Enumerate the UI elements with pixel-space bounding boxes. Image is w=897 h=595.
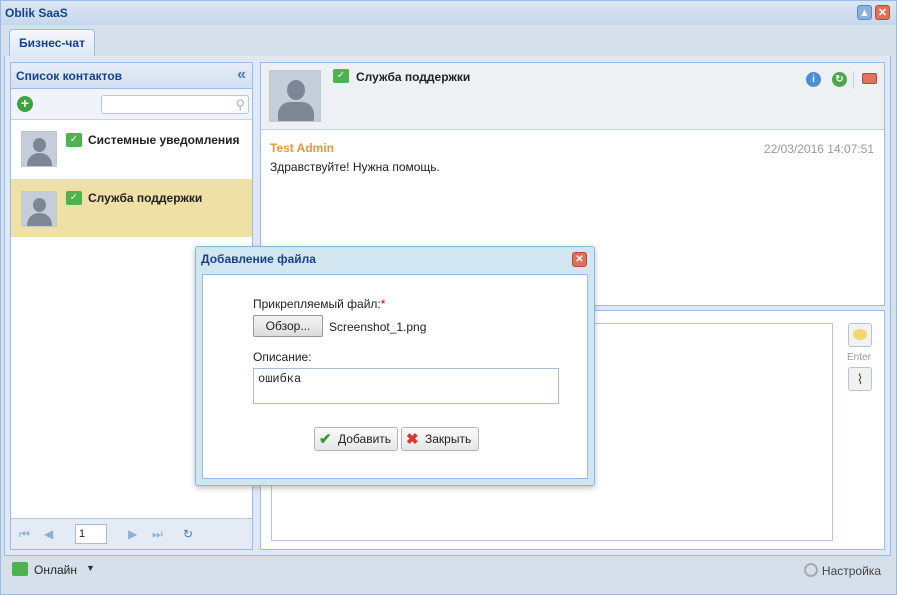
app-title: Oblik SaaS bbox=[5, 6, 68, 20]
tab-business-chat[interactable]: Бизнес-чат bbox=[9, 29, 95, 56]
tab-strip: Бизнес-чат bbox=[4, 24, 891, 57]
title-bar: Oblik SaaS ▲ ✕ bbox=[1, 1, 896, 25]
file-label: Прикрепляемый файл:* bbox=[253, 297, 385, 311]
next-page-icon[interactable]: ▶ bbox=[128, 527, 137, 541]
speech-bubble-icon bbox=[853, 329, 867, 340]
online-status-icon: ✓ bbox=[333, 69, 349, 83]
enter-label: Enter bbox=[847, 352, 871, 363]
divider bbox=[853, 71, 854, 89]
contact-search-input[interactable]: ⚲ bbox=[101, 95, 249, 114]
attach-file-button[interactable]: ⌇ bbox=[848, 367, 872, 391]
online-status-icon: ✓ bbox=[66, 191, 82, 205]
close-icon[interactable]: ✕ bbox=[875, 5, 890, 20]
chat-contact-name: Служба поддержки bbox=[356, 70, 471, 84]
contacts-header: Список контактов « bbox=[11, 63, 252, 89]
maximize-icon[interactable]: ▲ bbox=[857, 5, 872, 20]
message-text: Здравствуйте! Нужна помощь. bbox=[270, 160, 440, 174]
avatar bbox=[269, 70, 321, 122]
dialog-title: Добавление файла bbox=[201, 252, 316, 266]
contact-name: Системные уведомления bbox=[88, 133, 240, 147]
close-icon[interactable]: ✕ bbox=[572, 252, 587, 267]
settings-button[interactable]: Настройка bbox=[803, 563, 881, 578]
description-label: Описание: bbox=[253, 350, 312, 364]
remove-icon[interactable] bbox=[862, 73, 877, 84]
first-page-icon[interactable]: ⏮ bbox=[19, 527, 30, 542]
paperclip-icon: ⌇ bbox=[856, 371, 864, 387]
dialog-body: Прикрепляемый файл:* Обзор... Screenshot… bbox=[202, 274, 588, 479]
cross-icon: ✖ bbox=[406, 431, 419, 448]
message-author: Test Admin bbox=[270, 141, 335, 155]
selected-file-name: Screenshot_1.png bbox=[329, 320, 427, 334]
contact-name: Служба поддержки bbox=[88, 191, 203, 205]
avatar bbox=[21, 131, 57, 167]
add-button[interactable]: ✔ Добавить bbox=[314, 427, 398, 451]
prev-page-icon[interactable]: ◀ bbox=[44, 527, 53, 541]
gear-icon bbox=[803, 563, 818, 577]
description-field[interactable]: ошибка bbox=[253, 368, 559, 404]
pager: ⏮ ◀ 1 ▶ ⏭ ↻ bbox=[11, 518, 252, 549]
file-label-text: Прикрепляемый файл: bbox=[253, 297, 381, 311]
online-status-label: Онлайн bbox=[34, 563, 77, 577]
contacts-toolbar: + ⚲ bbox=[11, 89, 252, 120]
browse-button[interactable]: Обзор... bbox=[253, 315, 323, 337]
add-file-dialog: Добавление файла ✕ Прикрепляемый файл:* … bbox=[195, 246, 595, 486]
chat-header: ✓ Служба поддержки i ↻ bbox=[261, 63, 884, 130]
add-contact-icon[interactable]: + bbox=[17, 96, 33, 112]
close-button-label: Закрыть bbox=[425, 432, 472, 446]
refresh-icon[interactable]: ↻ bbox=[832, 72, 847, 87]
contacts-title: Список контактов bbox=[16, 69, 123, 83]
last-page-icon[interactable]: ⏭ bbox=[152, 527, 163, 542]
checkmark-icon: ✔ bbox=[319, 431, 332, 448]
required-mark: * bbox=[380, 297, 386, 311]
refresh-icon[interactable]: ↻ bbox=[183, 527, 193, 541]
online-status-icon: ✓ bbox=[66, 133, 82, 147]
avatar bbox=[21, 191, 57, 227]
list-item[interactable]: ✓ Служба поддержки bbox=[11, 179, 252, 237]
page-number-input[interactable]: 1 bbox=[75, 524, 107, 544]
chevron-down-icon: ▼ bbox=[86, 563, 95, 573]
message-timestamp: 22/03/2016 14:07:51 bbox=[763, 142, 874, 156]
info-icon[interactable]: i bbox=[806, 72, 821, 87]
collapse-icon[interactable]: « bbox=[237, 66, 246, 84]
add-button-label: Добавить bbox=[338, 432, 392, 446]
settings-label: Настройка bbox=[821, 564, 881, 578]
list-item[interactable]: ✓ Системные уведомления bbox=[11, 121, 252, 179]
online-status-icon bbox=[12, 562, 28, 576]
search-icon: ⚲ bbox=[235, 97, 245, 112]
send-button[interactable] bbox=[848, 323, 872, 347]
close-button[interactable]: ✖ Закрыть bbox=[401, 427, 479, 451]
